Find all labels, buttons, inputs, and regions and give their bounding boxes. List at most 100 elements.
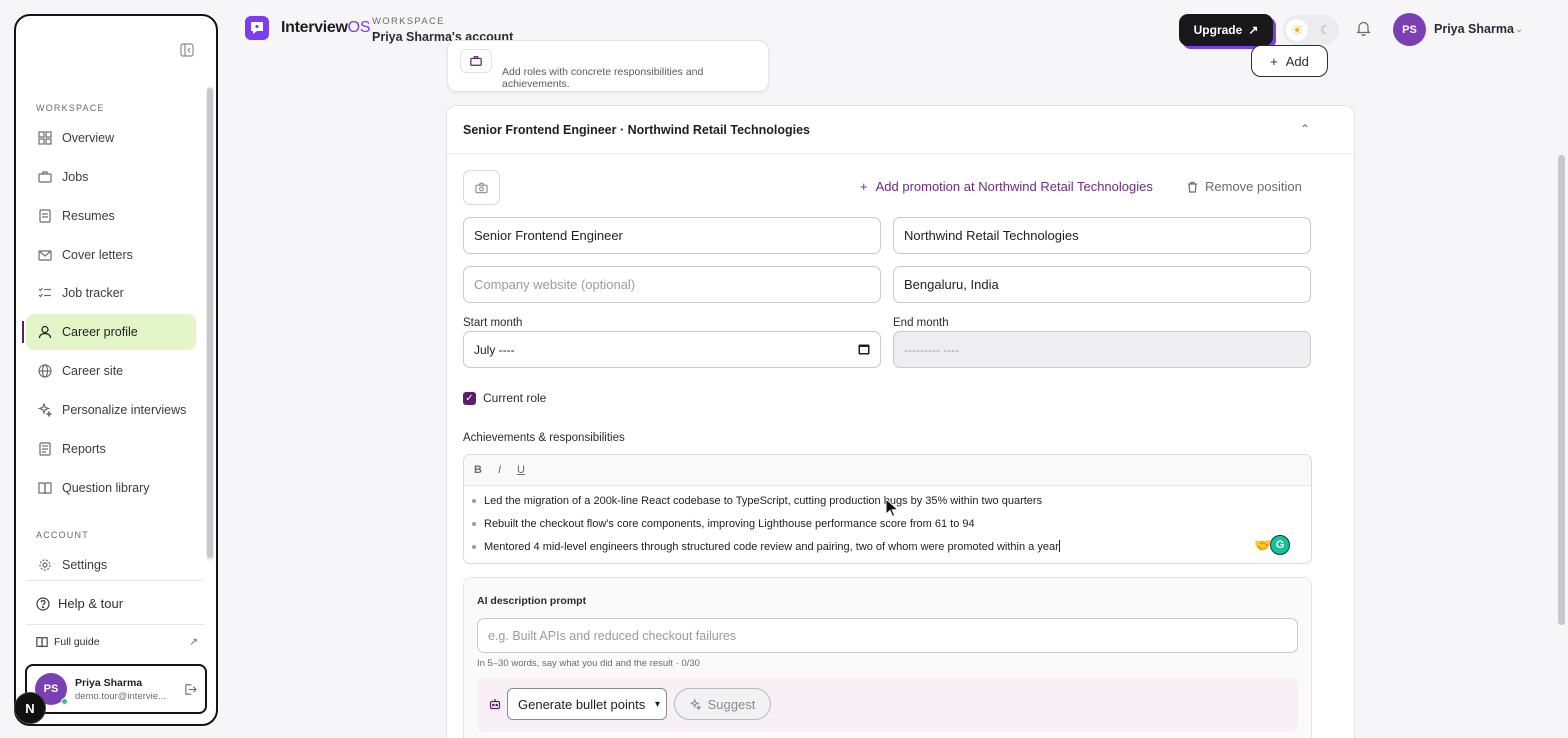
sidebar: WORKSPACE Overview Jobs Resumes Cover le… — [14, 14, 218, 726]
remove-position-button[interactable]: Remove position — [1187, 179, 1302, 194]
company-input[interactable]: Northwind Retail Technologies — [893, 217, 1311, 254]
sidebar-item-label: Settings — [62, 558, 108, 572]
calendar-icon[interactable] — [858, 343, 870, 355]
sparkle-icon — [689, 698, 701, 710]
sidebar-item-label: Reports — [62, 442, 106, 456]
sidebar-item-question-library[interactable]: Question library — [26, 470, 196, 506]
job-title-input[interactable]: Senior Frontend Engineer — [463, 217, 881, 254]
moon-icon[interactable]: ☾ — [1320, 23, 1331, 37]
ai-prompt-panel: AI description prompt e.g. Built APIs an… — [463, 577, 1312, 738]
sidebar-item-label: Overview — [62, 131, 115, 145]
user-icon — [38, 325, 52, 339]
italic-button[interactable]: I — [498, 464, 501, 476]
ai-prompt-input[interactable]: e.g. Built APIs and reduced checkout fai… — [477, 618, 1298, 653]
bold-button[interactable]: B — [474, 464, 482, 476]
collapse-sidebar-icon[interactable] — [180, 43, 194, 57]
sidebar-item-jobs[interactable]: Jobs — [26, 159, 196, 195]
sidebar-item-label: Cover letters — [62, 248, 133, 262]
gear-icon — [39, 559, 51, 571]
sidebar-item-resumes[interactable]: Resumes — [26, 198, 196, 234]
sidebar-item-overview[interactable]: Overview — [26, 120, 196, 156]
grammarly-icon[interactable]: G — [1270, 535, 1290, 555]
list-item[interactable]: Rebuilt the checkout flow's core compone… — [472, 516, 1311, 539]
sun-icon[interactable]: ☀ — [1286, 19, 1308, 41]
avatar[interactable]: PS — [1393, 13, 1426, 46]
account-section-label: ACCOUNT — [36, 530, 89, 540]
mail-icon — [38, 250, 52, 261]
achievements-label: Achievements & responsibilities — [463, 432, 625, 444]
upload-logo-button[interactable] — [463, 170, 500, 205]
sidebar-item-label: Personalize interviews — [62, 403, 187, 417]
help-icon — [36, 596, 50, 611]
theme-toggle[interactable]: ☀ ☾ — [1283, 15, 1339, 45]
trash-icon — [1188, 181, 1197, 193]
book-icon — [38, 482, 52, 495]
bell-icon[interactable] — [1356, 20, 1371, 36]
editor-toolbar: B I U — [464, 455, 1311, 486]
sidebar-item-label: Career site — [62, 364, 124, 378]
location-input[interactable]: Bengaluru, India — [893, 266, 1311, 303]
list-item[interactable]: Mentored 4 mid-level engineers through s… — [472, 539, 1311, 562]
sidebar-item-settings[interactable]: Settings — [26, 547, 196, 583]
help-tour-label: Help & tour — [58, 596, 124, 611]
top-bar: InterviewOS WORKSPACE Priya Sharma's acc… — [228, 0, 1568, 58]
upgrade-button[interactable]: Upgrade ↗ — [1179, 14, 1273, 46]
workspace-label: WORKSPACE — [372, 16, 445, 27]
briefcase-icon — [38, 171, 52, 183]
sidebar-item-label: Jobs — [62, 170, 89, 184]
sidebar-item-label: Question library — [62, 481, 150, 495]
sidebar-item-label: Career profile — [62, 325, 138, 339]
globe-icon — [38, 364, 52, 378]
mouse-cursor-icon — [885, 498, 899, 518]
add-position-button[interactable]: + Add — [1251, 45, 1328, 77]
account-name[interactable]: Priya Sharma — [1434, 22, 1514, 36]
plus-icon: + — [860, 179, 868, 194]
position-card: Senior Frontend Engineer · Northwind Ret… — [446, 105, 1355, 738]
book-icon — [36, 637, 48, 648]
document-icon — [39, 209, 51, 223]
user-email: demo.tour@intervie... — [75, 690, 166, 702]
page-scrollbar-thumb[interactable] — [1558, 155, 1565, 625]
start-month-input[interactable]: July ---- — [463, 331, 881, 368]
user-name: Priya Sharma — [75, 676, 143, 689]
plus-icon: + — [1270, 53, 1278, 69]
help-tour-link[interactable]: Help & tour — [36, 596, 123, 611]
sidebar-scrollbar-thumb[interactable] — [207, 88, 213, 558]
divider — [26, 624, 204, 625]
current-role-checkbox[interactable]: ✓ Current role — [463, 391, 546, 405]
sidebar-item-career-profile[interactable]: Career profile — [22, 314, 196, 350]
sidebar-item-job-tracker[interactable]: Job tracker — [26, 275, 196, 311]
user-card[interactable]: PS Priya Sharma demo.tour@intervie... — [25, 664, 207, 714]
next-devtools-badge[interactable]: N — [14, 692, 46, 724]
sidebar-item-reports[interactable]: Reports — [26, 431, 196, 467]
briefcase-icon — [460, 49, 492, 73]
experience-section-header: Add roles with concrete responsibilities… — [447, 40, 769, 92]
ai-actions-bar: Generate bullet points ▾ Suggest — [477, 678, 1298, 732]
report-icon — [39, 442, 51, 456]
chevron-down-icon: ▾ — [654, 698, 660, 710]
arrow-up-right-icon: ↗ — [1248, 23, 1259, 37]
generation-mode-select[interactable]: Generate bullet points ▾ — [507, 688, 667, 720]
underline-button[interactable]: U — [517, 464, 525, 476]
end-month-input: --------- ---- — [893, 331, 1311, 368]
chevron-down-icon[interactable]: ⌄ — [1515, 24, 1523, 35]
sidebar-item-career-site[interactable]: Career site — [26, 353, 196, 389]
position-title[interactable]: Senior Frontend Engineer · Northwind Ret… — [463, 123, 810, 137]
full-guide-link[interactable]: Full guide ↗ — [36, 636, 198, 648]
divider — [26, 580, 204, 581]
checkmark-icon: ✓ — [463, 391, 476, 405]
chevron-up-icon[interactable]: ⌃ — [1300, 122, 1310, 136]
sidebar-item-personalize-interviews[interactable]: Personalize interviews — [26, 392, 196, 428]
external-link-icon: ↗ — [189, 636, 198, 648]
sidebar-item-cover-letters[interactable]: Cover letters — [26, 237, 196, 273]
add-promotion-button[interactable]: + Add promotion at Northwind Retail Techn… — [860, 179, 1153, 194]
brand-name: InterviewOS — [281, 19, 371, 36]
suggest-button[interactable]: Suggest — [674, 688, 771, 720]
sparkle-icon — [38, 403, 52, 417]
company-website-input[interactable]: Company website (optional) — [463, 266, 881, 303]
logout-icon[interactable] — [184, 683, 197, 696]
checklist-icon — [38, 287, 51, 298]
section-hint: Add roles with concrete responsibilities… — [502, 66, 704, 90]
start-month-label: Start month — [463, 317, 523, 329]
handshake-icon[interactable]: 🤝 — [1254, 537, 1271, 554]
